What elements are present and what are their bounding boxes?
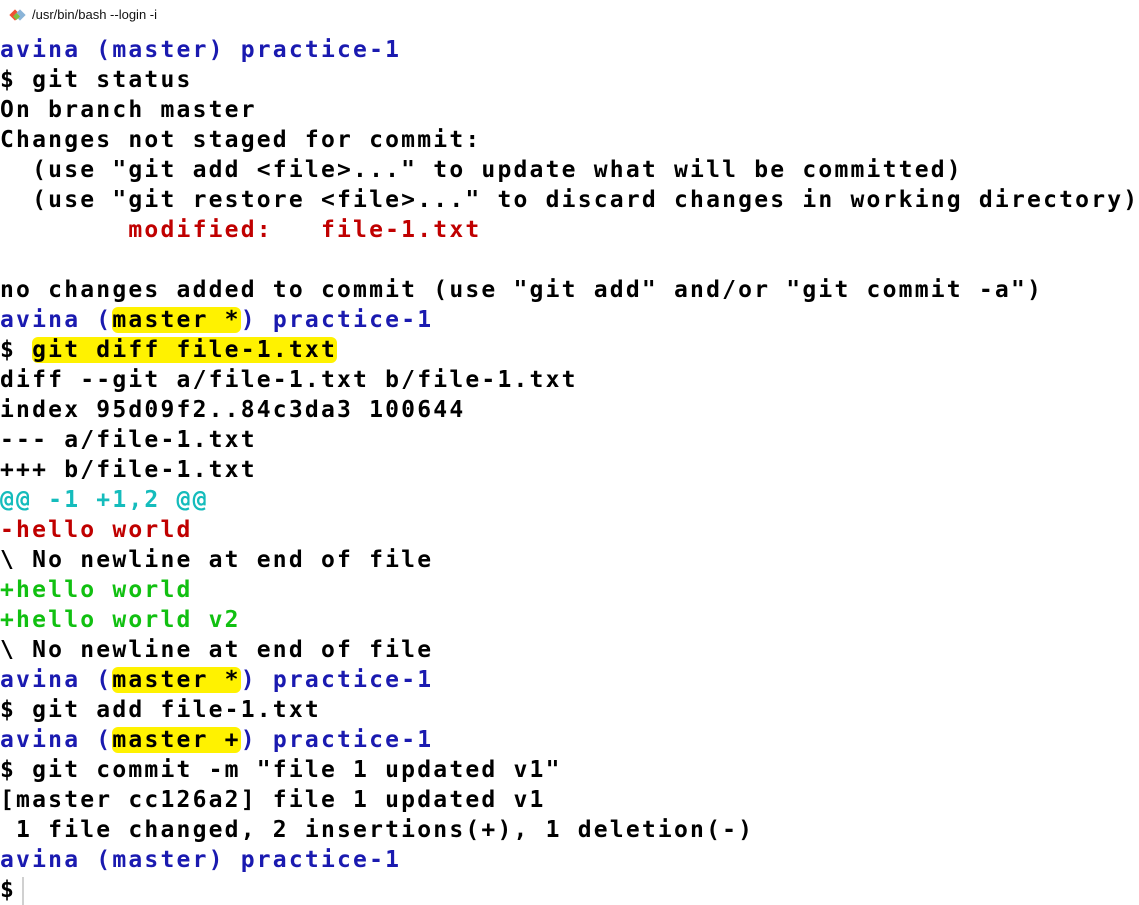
- terminal-line: (use "git restore <file>..." to discard …: [0, 185, 1139, 215]
- terminal-text: On branch master: [0, 97, 257, 123]
- terminal-line: avina (master) practice-1: [0, 845, 1139, 875]
- title-bar: /usr/bin/bash --login -i: [0, 0, 1139, 32]
- terminal-text: no changes added to commit (use "git add…: [0, 277, 1044, 303]
- terminal-output[interactable]: avina (master) practice-1 $ git status On …: [0, 35, 1139, 905]
- terminal-line: avina (master) practice-1: [0, 35, 1139, 65]
- terminal-line: @@ -1 +1,2 @@: [0, 485, 1139, 515]
- highlighted-text: master +: [112, 727, 241, 753]
- terminal-text: ) practice-1: [240, 307, 434, 333]
- terminal-text: @@ -1 +1,2 @@: [0, 487, 209, 513]
- terminal-text: $ git commit -m "file 1 updated v1": [0, 757, 562, 783]
- terminal-text: avina (: [0, 667, 113, 693]
- terminal-line: avina (master +) practice-1: [0, 725, 1139, 755]
- terminal-text: avina (: [0, 307, 113, 333]
- terminal-text: $: [0, 337, 33, 363]
- terminal-text: index 95d09f2..84c3da3 100644: [0, 397, 466, 423]
- terminal-line: index 95d09f2..84c3da3 100644: [0, 395, 1139, 425]
- terminal-text: --- a/file-1.txt: [0, 427, 257, 453]
- highlighted-text: git diff file-1.txt: [32, 337, 338, 363]
- terminal-text: $ git add file-1.txt: [0, 697, 321, 723]
- highlighted-text: master *: [112, 307, 241, 333]
- terminal-text: (use "git add <file>..." to update what …: [0, 157, 963, 183]
- terminal-line: $ git status: [0, 65, 1139, 95]
- terminal-line: no changes added to commit (use "git add…: [0, 275, 1139, 305]
- terminal-line: Changes not staged for commit:: [0, 125, 1139, 155]
- terminal-text: avina (master) practice-1: [0, 37, 402, 63]
- terminal-line: avina (master *) practice-1: [0, 665, 1139, 695]
- terminal-text: ) practice-1: [240, 727, 434, 753]
- terminal-text: [master cc126a2] file 1 updated v1: [0, 787, 546, 813]
- terminal-line: $ git add file-1.txt: [0, 695, 1139, 725]
- terminal-line: -hello world: [0, 515, 1139, 545]
- text-cursor: [22, 876, 25, 905]
- terminal-line: +hello world: [0, 575, 1139, 605]
- terminal-line: avina (master *) practice-1: [0, 305, 1139, 335]
- terminal-text: \ No newline at end of file: [0, 637, 434, 663]
- terminal-line: diff --git a/file-1.txt b/file-1.txt: [0, 365, 1139, 395]
- terminal-text: -hello world: [0, 517, 193, 543]
- terminal-line: On branch master: [0, 95, 1139, 125]
- terminal-line: $ git commit -m "file 1 updated v1": [0, 755, 1139, 785]
- terminal-line: modified: file-1.txt: [0, 215, 1139, 245]
- terminal-line: \ No newline at end of file: [0, 545, 1139, 575]
- git-diamond-icon: [9, 9, 26, 21]
- terminal-text: $: [0, 877, 17, 903]
- terminal-text: \ No newline at end of file: [0, 547, 434, 573]
- terminal-text: diff --git a/file-1.txt b/file-1.txt: [0, 367, 578, 393]
- terminal-line: +hello world v2: [0, 605, 1139, 635]
- terminal-text: +hello world v2: [0, 607, 241, 633]
- terminal-text: 1 file changed, 2 insertions(+), 1 delet…: [0, 817, 755, 843]
- terminal-line: $: [0, 875, 1139, 905]
- terminal-line: +++ b/file-1.txt: [0, 455, 1139, 485]
- terminal-text: Changes not staged for commit:: [0, 127, 482, 153]
- terminal-line: [master cc126a2] file 1 updated v1: [0, 785, 1139, 815]
- terminal-line: 1 file changed, 2 insertions(+), 1 delet…: [0, 815, 1139, 845]
- terminal-line: (use "git add <file>..." to update what …: [0, 155, 1139, 185]
- terminal-text: +++ b/file-1.txt: [0, 457, 257, 483]
- terminal-line: \ No newline at end of file: [0, 635, 1139, 665]
- terminal-text: $ git status: [0, 67, 193, 93]
- terminal-line: $ git diff file-1.txt: [0, 335, 1139, 365]
- highlighted-text: master *: [112, 667, 241, 693]
- window-title: /usr/bin/bash --login -i: [32, 7, 157, 22]
- terminal-line: --- a/file-1.txt: [0, 425, 1139, 455]
- terminal-text: modified: file-1.txt: [0, 217, 482, 243]
- terminal-text: (use "git restore <file>..." to discard …: [0, 187, 1139, 213]
- terminal-text: ) practice-1: [240, 667, 434, 693]
- terminal-text: +hello world: [0, 577, 193, 603]
- terminal-text: avina (: [0, 727, 113, 753]
- terminal-text: avina (master) practice-1: [0, 847, 402, 873]
